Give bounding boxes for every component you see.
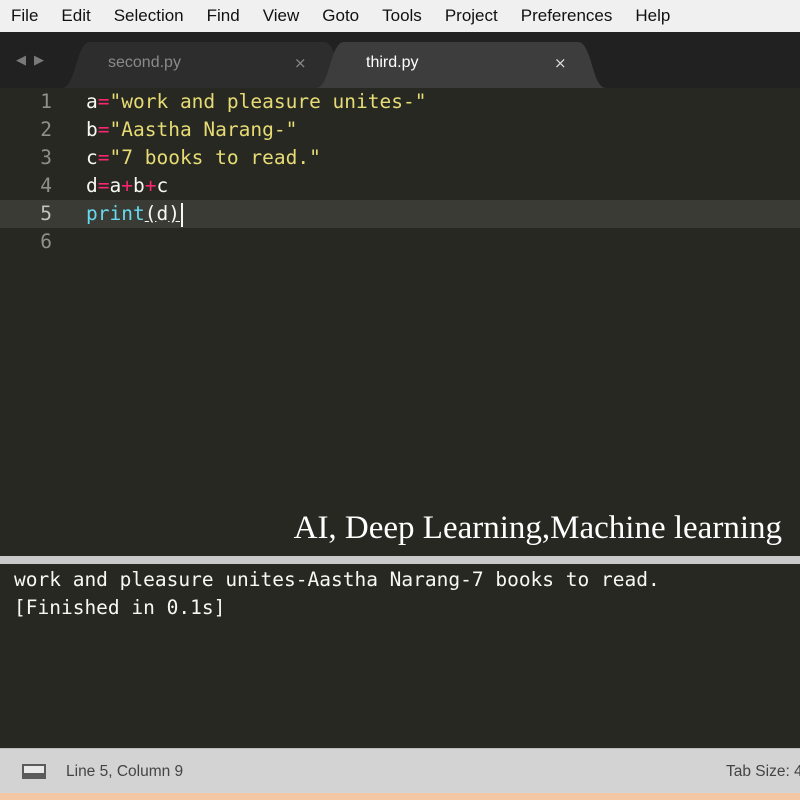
code-line-3: 3 c="7 books to read." xyxy=(0,144,800,172)
menu-help[interactable]: Help xyxy=(623,0,681,32)
menu-selection[interactable]: Selection xyxy=(102,0,195,32)
text-cursor xyxy=(180,202,183,227)
panel-divider[interactable] xyxy=(0,556,800,564)
menu-tools[interactable]: Tools xyxy=(370,0,433,32)
code-line-5: 5 print(d) xyxy=(0,200,800,228)
tab-second-py[interactable]: second.py × xyxy=(62,42,352,88)
sublime-text-window: File Edit Selection Find View Goto Tools… xyxy=(0,0,800,800)
close-icon[interactable]: × xyxy=(554,54,567,72)
line-number: 4 xyxy=(40,174,52,197)
tab-size-indicator[interactable]: Tab Size: 4 xyxy=(726,763,800,781)
menu-view[interactable]: View xyxy=(251,0,311,32)
code-text: print(d) xyxy=(86,200,183,228)
output-line: [Finished in 0.1s] xyxy=(14,596,226,619)
code-editor[interactable]: 1 a="work and pleasure unites-" 2 b="Aas… xyxy=(0,88,800,556)
chevron-left-icon[interactable]: ◀ xyxy=(16,53,26,68)
code-text: d=a+b+c xyxy=(86,174,169,197)
output-line: work and pleasure unites-Aastha Narang-7… xyxy=(14,568,660,591)
menu-project[interactable]: Project xyxy=(433,0,509,32)
tab-label: second.py xyxy=(108,54,181,71)
cursor-position: Line 5, Column 9 xyxy=(66,763,184,780)
menu-bar: File Edit Selection Find View Goto Tools… xyxy=(0,0,800,32)
line-number: 3 xyxy=(40,146,52,169)
watermark-caption: AI, Deep Learning,Machine learning xyxy=(293,510,782,546)
menu-preferences[interactable]: Preferences xyxy=(509,0,624,32)
tab-bar: ◀ ▶ second.py × third.py × xyxy=(0,32,800,88)
tab-third-py[interactable]: third.py × xyxy=(316,42,606,88)
line-number: 2 xyxy=(40,118,52,141)
build-output-panel: work and pleasure unites-Aastha Narang-7… xyxy=(0,564,800,748)
code-line-2: 2 b="Aastha Narang-" xyxy=(0,116,800,144)
panel-toggle-icon[interactable] xyxy=(22,764,46,779)
menu-edit[interactable]: Edit xyxy=(49,0,101,32)
tab-navigation: ◀ ▶ xyxy=(16,48,44,72)
menu-find[interactable]: Find xyxy=(195,0,251,32)
line-number: 5 xyxy=(40,202,52,225)
line-number: 1 xyxy=(40,90,52,113)
status-bar: Line 5, Column 9 Tab Size: 4 xyxy=(0,748,800,793)
code-line-4: 4 d=a+b+c xyxy=(0,172,800,200)
code-text: c="7 books to read." xyxy=(86,146,321,169)
tab-label: third.py xyxy=(366,54,419,71)
code-text: b="Aastha Narang-" xyxy=(86,118,298,141)
menu-goto[interactable]: Goto xyxy=(310,0,370,32)
chevron-right-icon[interactable]: ▶ xyxy=(34,53,44,68)
code-text: a="work and pleasure unites-" xyxy=(86,90,427,113)
line-number: 6 xyxy=(40,230,52,253)
code-line-6: 6 xyxy=(0,228,800,256)
close-icon[interactable]: × xyxy=(294,54,307,72)
code-line-1: 1 a="work and pleasure unites-" xyxy=(0,88,800,116)
menu-file[interactable]: File xyxy=(0,0,49,32)
tab-shape xyxy=(62,42,352,88)
